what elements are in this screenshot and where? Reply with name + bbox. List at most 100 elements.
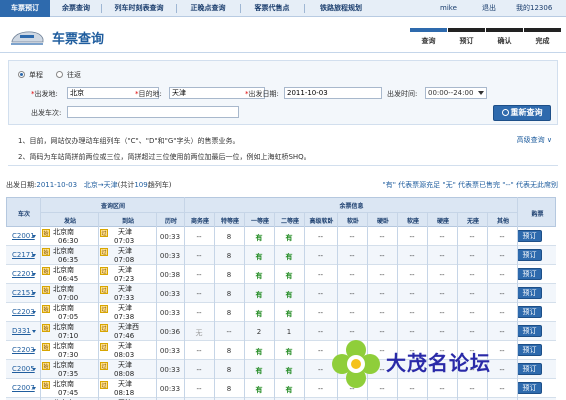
depart-time: 06:45 <box>58 275 79 283</box>
seat-availability: -- <box>379 252 385 260</box>
pass-tag-icon: 过 <box>100 362 108 370</box>
seat-availability: -- <box>439 290 445 298</box>
train-number-input[interactable] <box>67 106 239 118</box>
seat-availability: -- <box>349 290 355 298</box>
book-button[interactable]: 预订 <box>517 287 542 299</box>
seat-availability: -- <box>379 233 385 241</box>
seat-availability: -- <box>226 328 232 336</box>
col-remaining: 余票信息 <box>339 203 364 210</box>
requery-button[interactable]: 重新查询 <box>493 105 551 121</box>
table-row: C2001 始北京南 06:30 过天津 07:03 00:33 -- 8 有有 -- -- -- --… <box>6 227 556 246</box>
step-bar <box>448 28 485 32</box>
seat-availability: -- <box>379 290 385 298</box>
progress-steps: 查询 预订 确认 完成 <box>410 28 561 48</box>
depart-station: 北京南 <box>53 247 74 255</box>
duration: 00:33 <box>159 385 181 393</box>
expand-arrow-icon[interactable] <box>32 387 36 390</box>
seat-availability: -- <box>409 271 415 279</box>
column-divider <box>214 212 215 400</box>
seat-availability: 8 <box>226 366 232 374</box>
advanced-search-link[interactable]: 高级查询 ∨ <box>517 135 552 145</box>
expand-arrow-icon[interactable] <box>32 368 36 371</box>
arrive-time: 08:08 <box>114 370 135 378</box>
tab-timetable[interactable]: 列车时刻表查询 <box>104 0 174 17</box>
seat-availability: -- <box>196 290 202 298</box>
seat-availability: -- <box>499 290 505 298</box>
table-row: C2203 始北京南 07:05 过天津 07:38 00:33 -- 8 有有 -- -- -- --… <box>6 303 556 322</box>
logout-link[interactable]: 退出 <box>482 0 496 17</box>
pass-tag-icon: 始 <box>42 343 50 351</box>
arrive-station: 天津 <box>118 285 132 293</box>
roundtrip-label: 往返 <box>67 71 81 79</box>
seat-availability: 有 <box>285 272 293 280</box>
tab-delay-query[interactable]: 正晚点查询 <box>178 0 238 17</box>
step-complete: 完成 <box>535 37 550 45</box>
table-row: C2201 始北京南 06:45 过天津 07:23 00:38 -- 8 有有 -- -- -- --… <box>6 265 556 284</box>
nav-divider <box>240 4 241 13</box>
clover-logo-icon <box>332 340 380 388</box>
seat-availability: -- <box>469 290 475 298</box>
seat-availability: -- <box>196 252 202 260</box>
tab-ticket-booking[interactable]: 车票预订 <box>0 0 50 17</box>
seat-availability: 有 <box>255 291 263 299</box>
step-bar-active <box>410 28 447 32</box>
step-book: 预订 <box>459 37 474 45</box>
book-button[interactable]: 预订 <box>517 230 542 242</box>
step-bar <box>486 28 523 32</box>
my12306-link[interactable]: 我的12306 <box>516 0 552 17</box>
arrive-station: 天津 <box>118 247 132 255</box>
seat-availability: -- <box>317 252 324 260</box>
col-seat: 软卧 <box>346 218 359 225</box>
search-icon <box>501 109 509 116</box>
duration: 00:38 <box>159 271 181 279</box>
tab-remaining-tickets[interactable]: 余票查询 <box>53 0 99 17</box>
seat-availability: -- <box>439 309 445 317</box>
book-button[interactable]: 预订 <box>517 268 542 280</box>
watermark: 大茂名论坛 <box>328 334 558 396</box>
duration: 00:33 <box>159 366 181 374</box>
pass-tag-icon: 过 <box>100 286 108 294</box>
seat-availability: -- <box>409 233 415 241</box>
arrive-station: 天津 <box>118 380 132 388</box>
depart-station: 北京南 <box>53 342 74 350</box>
tab-trip-planner[interactable]: 铁路旅程规划 <box>306 0 376 17</box>
col-seat: 商务座 <box>190 218 209 225</box>
seat-availability: -- <box>499 309 505 317</box>
seat-availability: 有 <box>255 348 263 356</box>
col-depart: 发站 <box>63 218 76 225</box>
col-arrive: 到站 <box>121 218 134 225</box>
train-number-link[interactable]: D331 <box>12 327 31 335</box>
seat-availability: -- <box>379 271 385 279</box>
tab-agent-outlets[interactable]: 客票代售点 <box>242 0 302 17</box>
chevron-down-icon <box>478 91 484 95</box>
depart-time: 07:35 <box>58 370 79 378</box>
seat-availability: 8 <box>226 233 232 241</box>
expand-arrow-icon[interactable] <box>32 292 36 295</box>
header-divider <box>41 212 518 213</box>
expand-arrow-icon[interactable] <box>32 330 36 333</box>
expand-arrow-icon[interactable] <box>32 254 36 257</box>
expand-arrow-icon[interactable] <box>32 311 36 314</box>
book-button[interactable]: 预订 <box>517 249 542 261</box>
nav-divider <box>176 4 177 13</box>
roundtrip-radio[interactable] <box>56 71 63 78</box>
oneway-radio[interactable] <box>18 71 25 78</box>
expand-arrow-icon[interactable] <box>32 273 36 276</box>
top-nav: 车票预订 余票查询 列车时刻表查询 正晚点查询 客票代售点 铁路旅程规划 mik… <box>0 0 566 17</box>
column-divider <box>274 212 275 400</box>
seat-availability: 有 <box>255 234 263 242</box>
depart-time: 06:30 <box>58 237 79 245</box>
seat-availability: 有 <box>285 348 293 356</box>
date-input[interactable]: 2011-10-03 <box>284 87 382 99</box>
seat-availability: -- <box>409 309 415 317</box>
depart-station: 北京南 <box>53 361 74 369</box>
col-seat: 无座 <box>466 218 479 225</box>
pass-tag-icon: 始 <box>42 267 50 275</box>
book-button[interactable]: 预订 <box>517 306 542 318</box>
time-select[interactable]: 00:00--24:00 <box>425 87 487 99</box>
arrive-station: 天津 <box>118 361 132 369</box>
step-query: 查询 <box>421 37 436 45</box>
expand-arrow-icon[interactable] <box>32 235 36 238</box>
expand-arrow-icon[interactable] <box>32 349 36 352</box>
time-label: 出发时间: <box>387 90 418 98</box>
